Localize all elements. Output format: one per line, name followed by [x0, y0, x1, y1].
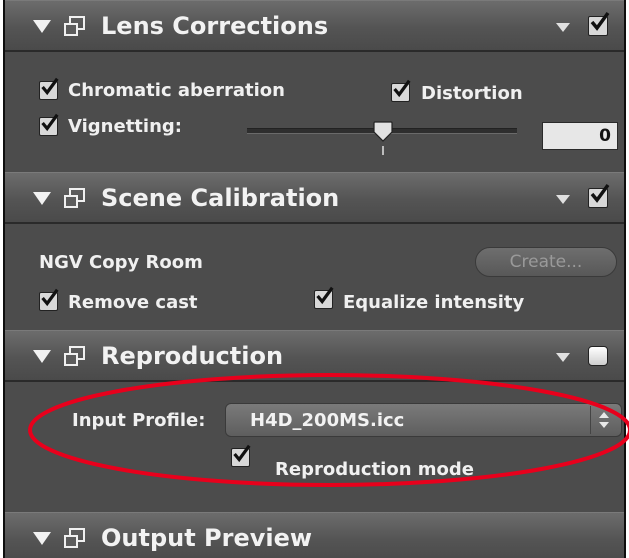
output-preview-header[interactable]: Output Preview: [5, 512, 624, 558]
section-title: Reproduction: [101, 342, 284, 370]
scene-calibration-header[interactable]: Scene Calibration: [5, 172, 624, 224]
reproduction-mode-label: Reproduction mode: [275, 459, 475, 480]
input-profile-label: Input Profile:: [72, 410, 206, 431]
window-icon[interactable]: [63, 527, 87, 551]
window-icon[interactable]: [63, 345, 87, 369]
input-profile-select[interactable]: H4D_200MS.icc: [225, 403, 622, 437]
select-divider: [590, 406, 591, 434]
section-title: Lens Corrections: [101, 12, 329, 40]
distortion-checkbox[interactable]: [391, 79, 411, 102]
disclosure-triangle-icon[interactable]: [33, 192, 51, 205]
slider-center-tick: [382, 146, 384, 155]
disclosure-triangle-icon[interactable]: [33, 350, 51, 363]
enable-checkbox[interactable]: [588, 11, 610, 36]
checkmark-icon: [590, 11, 610, 31]
vignetting-value-field[interactable]: 0: [542, 122, 618, 150]
enable-checkbox[interactable]: [588, 183, 610, 208]
remove-cast-checkbox[interactable]: [39, 288, 59, 311]
disclosure-triangle-icon[interactable]: [33, 20, 51, 33]
equalize-checkbox[interactable]: [314, 286, 334, 309]
checkmark-icon: [590, 183, 610, 203]
reproduction-mode-checkbox[interactable]: [231, 444, 251, 467]
vignetting-label: Vignetting:: [68, 116, 182, 137]
chromatic-checkbox[interactable]: [39, 77, 59, 100]
lens-corrections-header[interactable]: Lens Corrections: [5, 0, 624, 52]
disclosure-triangle-icon[interactable]: [33, 532, 51, 545]
input-profile-value: H4D_200MS.icc: [250, 410, 405, 431]
slider-knob-icon[interactable]: [373, 121, 393, 143]
vignetting-value: 0: [599, 126, 611, 146]
calibration-name: NGV Copy Room: [39, 252, 203, 273]
adjustments-panel: Lens Corrections Chromatic aberration Di…: [3, 0, 626, 558]
create-button[interactable]: Create...: [475, 247, 617, 277]
reproduction-header[interactable]: Reproduction: [5, 330, 624, 382]
distortion-label: Distortion: [421, 83, 523, 104]
menu-triangle-icon[interactable]: [556, 353, 570, 362]
menu-triangle-icon[interactable]: [556, 23, 570, 32]
stepper-icon: [599, 412, 609, 428]
window-icon[interactable]: [63, 15, 87, 39]
create-button-label: Create...: [509, 252, 583, 272]
vignetting-checkbox[interactable]: [39, 113, 59, 136]
menu-triangle-icon[interactable]: [556, 195, 570, 204]
window-icon[interactable]: [63, 187, 87, 211]
section-title: Scene Calibration: [101, 184, 340, 212]
enable-checkbox[interactable]: [588, 346, 608, 366]
section-title: Output Preview: [101, 524, 313, 552]
equalize-label: Equalize intensity: [343, 292, 525, 313]
remove-cast-label: Remove cast: [68, 292, 198, 313]
chromatic-label: Chromatic aberration: [68, 80, 285, 101]
